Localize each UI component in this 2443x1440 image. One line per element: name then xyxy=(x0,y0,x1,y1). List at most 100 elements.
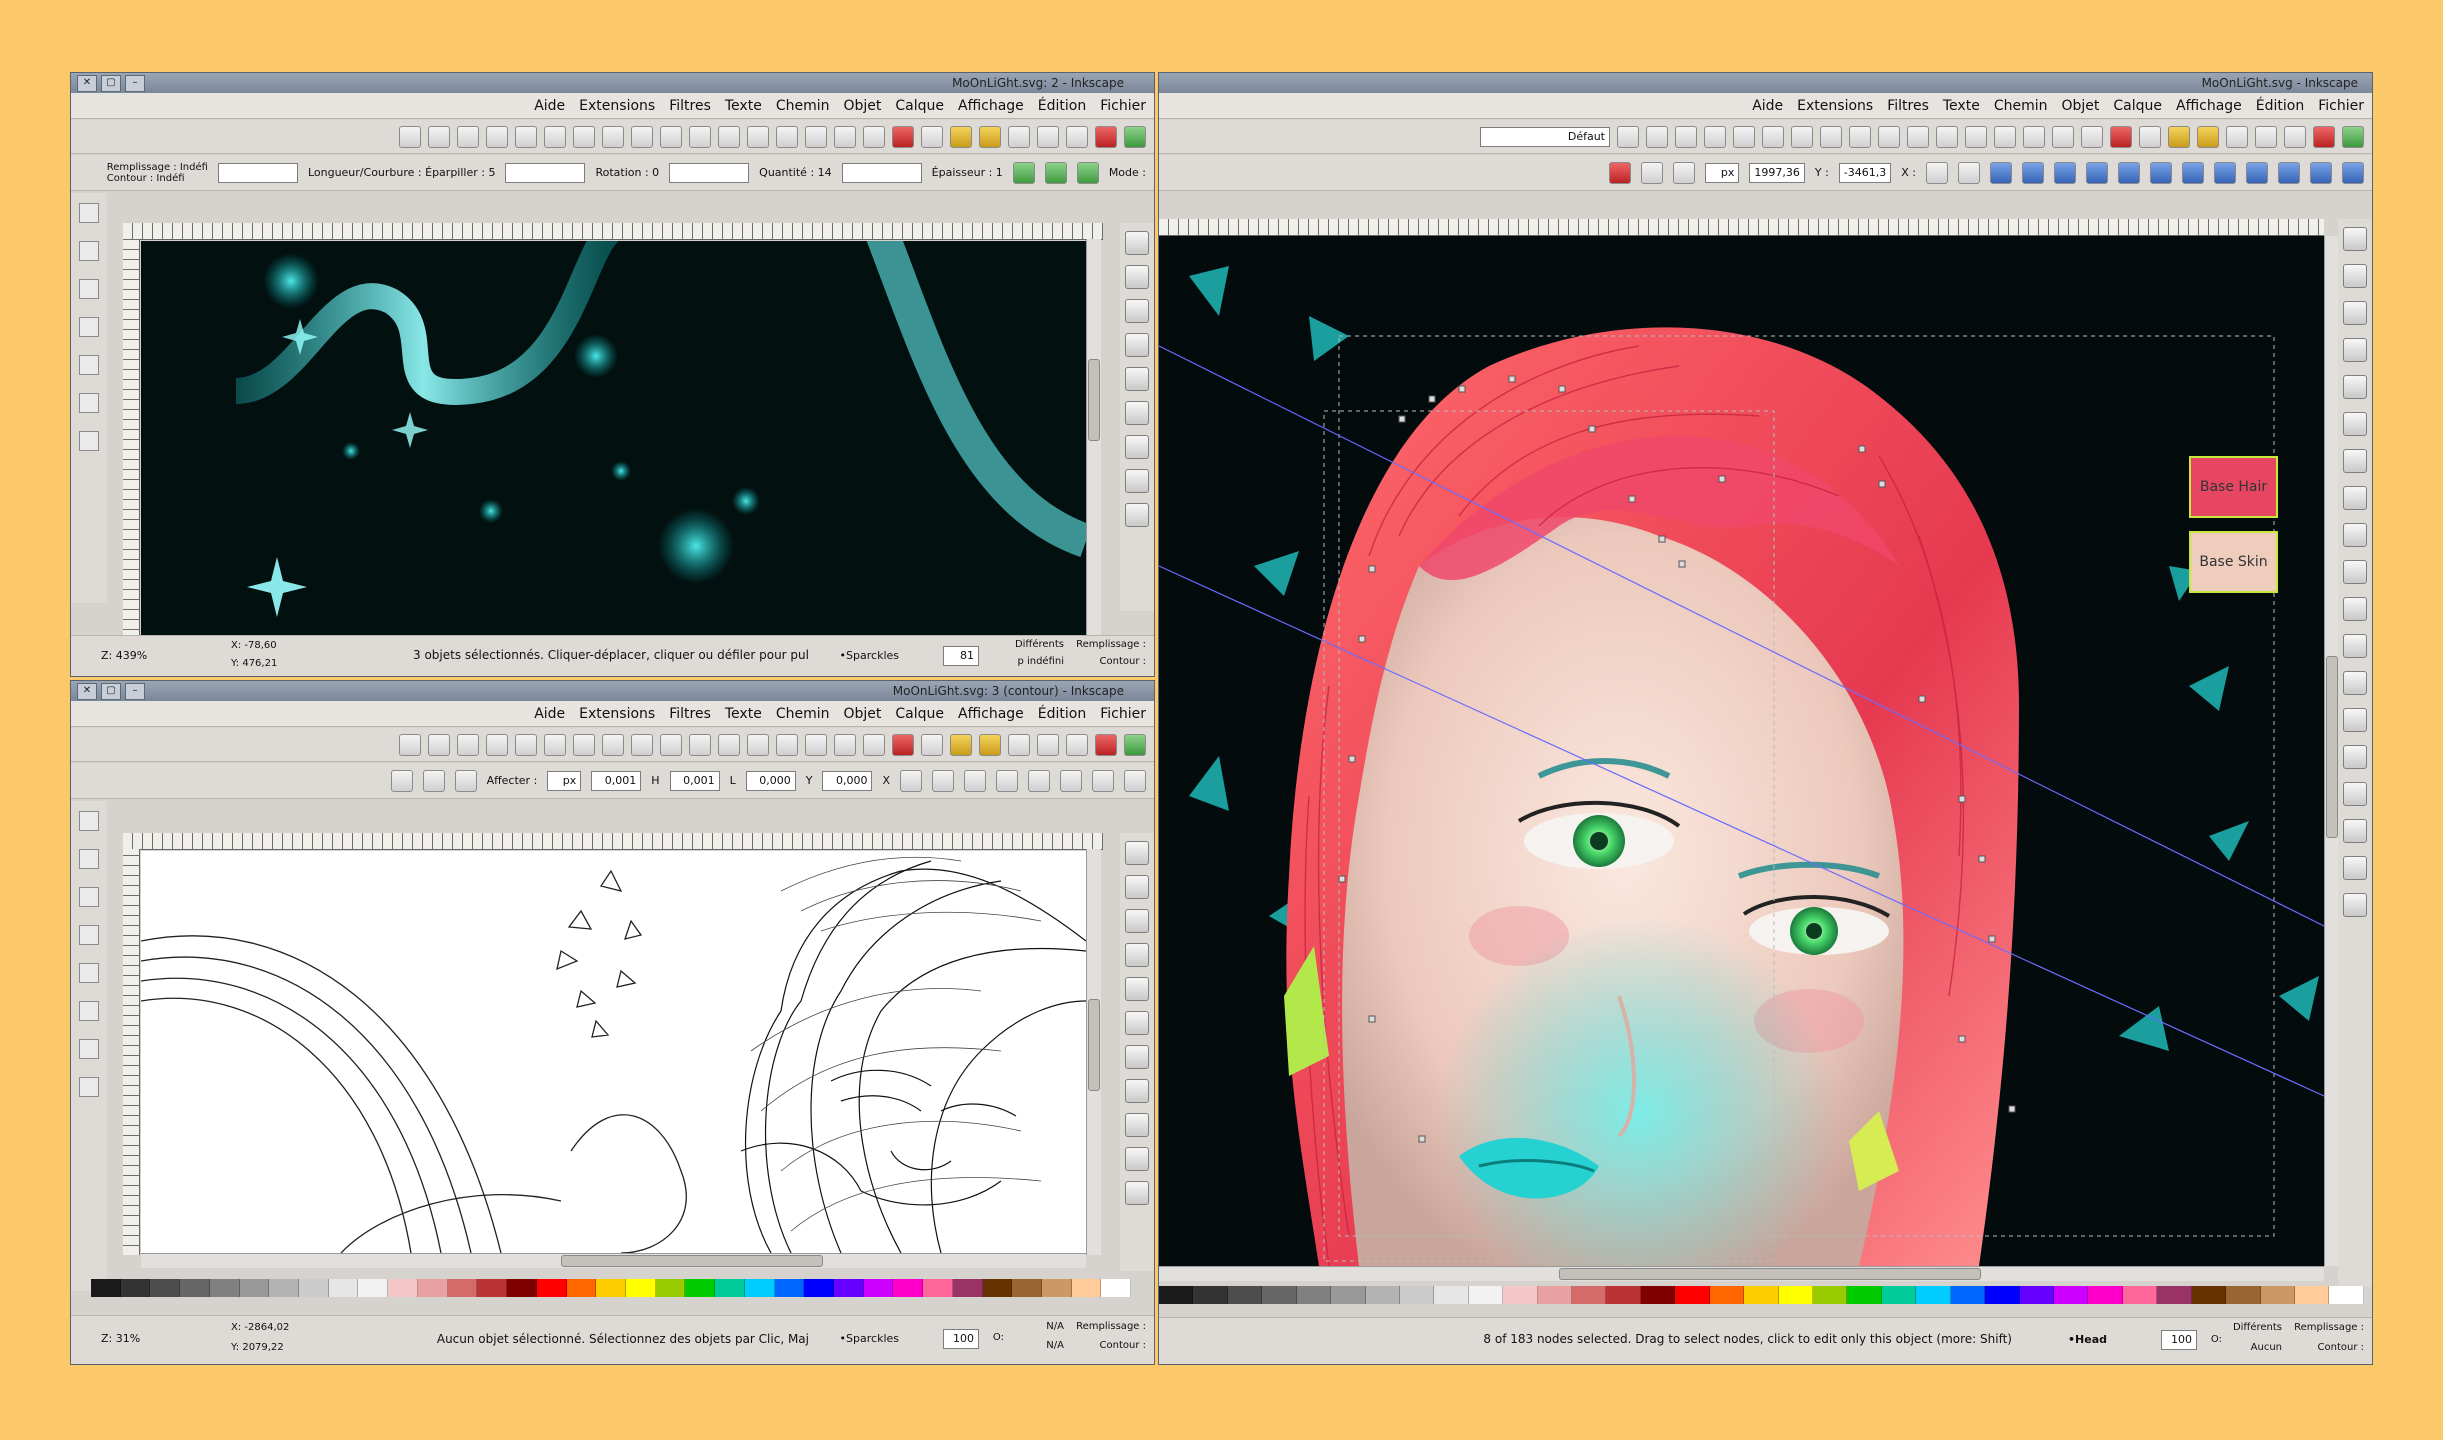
palette-swatch[interactable] xyxy=(953,1279,983,1297)
menu-extensions[interactable]: Extensions xyxy=(1797,98,1873,114)
snap-path-icon[interactable] xyxy=(79,1039,99,1059)
menu-objet[interactable]: Objet xyxy=(2061,98,2099,114)
raise-top-icon[interactable] xyxy=(1060,770,1082,792)
menu-texte[interactable]: Texte xyxy=(1943,98,1980,114)
title-bar[interactable]: MoOnLiGht.svg - Inkscape xyxy=(1159,73,2372,93)
xml-editor-icon[interactable] xyxy=(486,126,508,148)
menu-texte[interactable]: Texte xyxy=(725,706,762,722)
height-field[interactable]: 0,001 xyxy=(591,771,641,791)
palette-swatch[interactable] xyxy=(2020,1286,2054,1304)
rectangle-tool-icon[interactable] xyxy=(1125,1011,1149,1035)
palette-swatch[interactable] xyxy=(121,1279,151,1297)
palette-swatch[interactable] xyxy=(1331,1286,1365,1304)
clone-icon[interactable] xyxy=(689,126,711,148)
snap-page-icon[interactable] xyxy=(79,393,99,413)
palette-swatch[interactable] xyxy=(269,1279,299,1297)
palette-swatch[interactable] xyxy=(2295,1286,2329,1304)
paste-icon[interactable] xyxy=(2081,126,2103,148)
menu-extensions[interactable]: Extensions xyxy=(579,706,655,722)
import-icon[interactable] xyxy=(1037,734,1059,756)
join-segment-icon[interactable] xyxy=(2214,162,2236,184)
open-icon[interactable] xyxy=(2313,126,2335,148)
palette-swatch[interactable] xyxy=(775,1279,805,1297)
snap-grid-icon[interactable] xyxy=(79,355,99,375)
palette-swatch[interactable] xyxy=(2226,1286,2260,1304)
segment-curve-icon[interactable] xyxy=(1990,162,2012,184)
unit-select[interactable]: px xyxy=(1705,163,1739,183)
palette-swatch[interactable] xyxy=(1882,1286,1916,1304)
palette-swatch[interactable] xyxy=(1193,1286,1227,1304)
menu-edition[interactable]: Édition xyxy=(1038,98,1086,114)
zoom-width-icon[interactable] xyxy=(747,126,769,148)
open-icon[interactable] xyxy=(1095,126,1117,148)
palette-swatch[interactable] xyxy=(864,1279,894,1297)
redo-icon[interactable] xyxy=(950,734,972,756)
palette-swatch[interactable] xyxy=(2088,1286,2122,1304)
rotation-slider[interactable] xyxy=(505,163,585,183)
palette-swatch[interactable] xyxy=(2157,1286,2191,1304)
zoom-drawing-icon[interactable] xyxy=(805,734,827,756)
export-icon[interactable] xyxy=(1008,734,1030,756)
move-gradients-icon[interactable] xyxy=(391,770,413,792)
copy-icon[interactable] xyxy=(921,126,943,148)
connector-tool-icon[interactable] xyxy=(2343,819,2367,843)
menu-edition[interactable]: Édition xyxy=(2256,98,2304,114)
snap-grid-icon[interactable] xyxy=(79,963,99,983)
canvas-horizontal-scrollbar[interactable] xyxy=(1159,1266,2324,1281)
dropper-tool-icon[interactable] xyxy=(2343,893,2367,917)
unit-select[interactable]: px xyxy=(547,771,581,791)
snap-enable-icon[interactable] xyxy=(79,811,99,831)
close-icon[interactable]: ✕ xyxy=(77,75,97,92)
spray-tool-icon[interactable] xyxy=(1125,333,1149,357)
menu-chemin[interactable]: Chemin xyxy=(776,706,830,722)
snap-bbox-icon[interactable] xyxy=(79,849,99,869)
snap-path-icon[interactable] xyxy=(79,431,99,451)
menu-calque[interactable]: Calque xyxy=(2113,98,2162,114)
print-icon[interactable] xyxy=(2284,126,2306,148)
palette-swatch[interactable] xyxy=(685,1279,715,1297)
close-icon[interactable]: ✕ xyxy=(77,683,97,700)
path-effect-icon[interactable] xyxy=(1609,162,1631,184)
delete-segment-icon[interactable] xyxy=(2182,162,2204,184)
palette-swatch[interactable] xyxy=(1951,1286,1985,1304)
open-icon[interactable] xyxy=(1095,734,1117,756)
palette-swatch[interactable] xyxy=(1813,1286,1847,1304)
palette-swatch[interactable] xyxy=(1400,1286,1434,1304)
show-outline-icon[interactable] xyxy=(1641,162,1663,184)
export-icon[interactable] xyxy=(1008,126,1030,148)
palette-swatch[interactable] xyxy=(1101,1279,1131,1297)
maximize-icon[interactable]: ▢ xyxy=(101,683,121,700)
delete-node-icon[interactable] xyxy=(2310,162,2332,184)
star-tool-icon[interactable] xyxy=(1125,503,1149,527)
palette-swatch[interactable] xyxy=(180,1279,210,1297)
palette-swatch[interactable] xyxy=(2054,1286,2088,1304)
menu-calque[interactable]: Calque xyxy=(895,706,944,722)
align-icon[interactable] xyxy=(457,126,479,148)
spiral-tool-icon[interactable] xyxy=(2343,560,2367,584)
ungroup-icon[interactable] xyxy=(602,126,624,148)
palette-swatch[interactable] xyxy=(1847,1286,1881,1304)
canvas-vertical-scrollbar[interactable] xyxy=(1086,239,1101,639)
spray-copy-mode-icon[interactable] xyxy=(1077,162,1099,184)
palette-swatch[interactable] xyxy=(1710,1286,1744,1304)
maximize-icon[interactable]: ▢ xyxy=(101,75,121,92)
vertical-ruler[interactable] xyxy=(123,849,140,1255)
snap-guide-icon[interactable] xyxy=(79,317,99,337)
layer-selector[interactable]: •Sparckles xyxy=(840,1332,899,1345)
title-bar[interactable]: ✕▢– MoOnLiGht.svg: 2 - Inkscape xyxy=(71,73,1154,93)
paste-icon[interactable] xyxy=(863,126,885,148)
bucket-tool-icon[interactable] xyxy=(2343,745,2367,769)
menu-extensions[interactable]: Extensions xyxy=(579,98,655,114)
ungroup-icon[interactable] xyxy=(602,734,624,756)
palette-swatch[interactable] xyxy=(507,1279,537,1297)
symmetric-node-icon[interactable] xyxy=(2086,162,2108,184)
palette-swatch[interactable] xyxy=(1744,1286,1778,1304)
print-icon[interactable] xyxy=(1066,126,1088,148)
new-document-icon[interactable] xyxy=(1124,126,1146,148)
rotate-ccw-icon[interactable] xyxy=(932,770,954,792)
snap-page-icon[interactable] xyxy=(79,1001,99,1021)
tweak-tool-icon[interactable] xyxy=(2343,301,2367,325)
palette-swatch[interactable] xyxy=(1503,1286,1537,1304)
unlink-clone-icon[interactable] xyxy=(660,126,682,148)
fill-stroke-icon[interactable] xyxy=(1791,126,1813,148)
